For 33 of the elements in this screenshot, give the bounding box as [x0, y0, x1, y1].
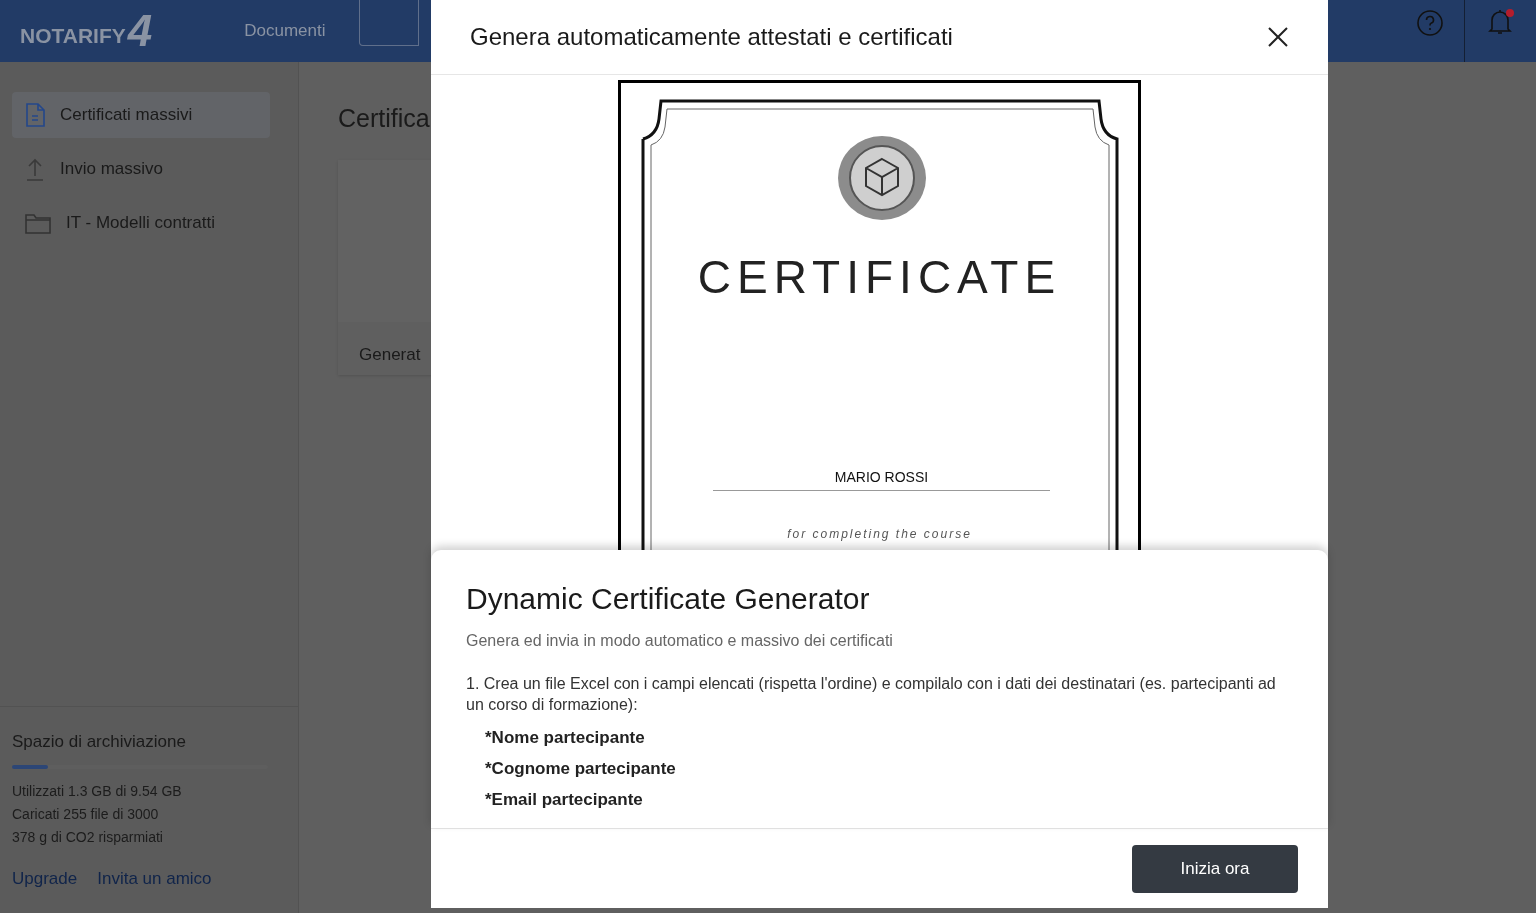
- storage-info: Utilizzati 1.3 GB di 9.54 GB: [12, 781, 183, 801]
- start-button[interactable]: Inizia ora: [1132, 844, 1298, 893]
- storage-info: 378 g di CO2 risparmiati: [12, 827, 164, 847]
- panel-heading: Dynamic Certificate Generator: [466, 581, 871, 617]
- seal-icon: [837, 135, 927, 221]
- card-label: Generat: [359, 344, 421, 366]
- sidebar-item[interactable]: IT - Modelli contratti: [12, 200, 270, 246]
- field-name: *Email partecipante: [485, 789, 644, 811]
- logo-text: NOTARIFY: [20, 22, 126, 49]
- certificate-heading: CERTIFICATE: [696, 250, 1063, 305]
- folder-icon: [24, 211, 52, 235]
- certificate-subtitle: for completing the course: [786, 526, 973, 543]
- field-name: *Cognome partecipante: [485, 758, 677, 780]
- sidebar-item[interactable]: Invio massivo: [12, 146, 270, 192]
- modal-title: Genera automaticamente attestati e certificati: [470, 22, 953, 52]
- storage-title: Spazio di archiviazione: [12, 731, 187, 753]
- storage-info: Caricati 255 file di 3000: [12, 804, 160, 824]
- sidebar-item[interactable]: Certificati massivi: [12, 92, 270, 138]
- panel-subtitle: Genera ed invia in modo automatico e massivo dei certificati: [466, 631, 894, 651]
- nav-link[interactable]: Documenti: [244, 18, 326, 44]
- upload-icon: [24, 156, 46, 182]
- nav-tab-outline[interactable]: [358, 0, 419, 46]
- document-icon: [24, 102, 46, 128]
- instruction-text: 1. Crea un file Excel con i campi elencati (rispetta l'ordine) e compilalo con i dati dei destinatari (es. partecipanti ad un corso di formazione):: [466, 674, 1277, 715]
- help-icon[interactable]: [1416, 9, 1444, 37]
- close-icon[interactable]: [1267, 26, 1289, 48]
- page-title: Certifica: [338, 103, 430, 134]
- logo-mark: 4: [127, 11, 153, 51]
- field-name: *Nome partecipante: [485, 727, 646, 749]
- notification-bell-icon[interactable]: [1488, 8, 1512, 36]
- link[interactable]: Invita un amico: [97, 865, 212, 891]
- recipient-name: MARIO ROSSI: [713, 467, 1050, 491]
- link[interactable]: Upgrade: [12, 865, 78, 891]
